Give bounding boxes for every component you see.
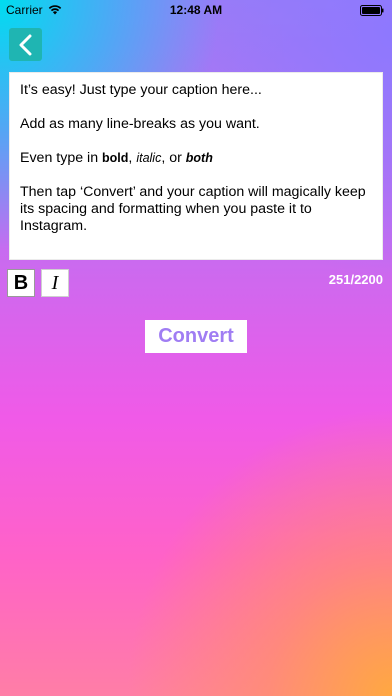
italic-button[interactable]: I bbox=[41, 269, 69, 297]
character-count: 251/2200 bbox=[328, 272, 383, 287]
caption-line: Add as many line-breaks as you want. bbox=[20, 116, 260, 132]
caption-textarea[interactable]: It’s easy! Just type your caption here..… bbox=[9, 72, 383, 260]
caption-bold-sample: bold bbox=[102, 151, 129, 165]
caption-text: Even type in bbox=[20, 150, 103, 166]
caption-bold-italic-sample: both bbox=[185, 151, 213, 165]
convert-button[interactable]: Convert bbox=[145, 320, 247, 353]
status-time: 12:48 AM bbox=[169, 3, 223, 17]
caption-line: It’s easy! Just type your caption here..… bbox=[20, 82, 262, 98]
chevron-left-icon bbox=[19, 34, 31, 55]
caption-line: Even type in bold, italic, or both bbox=[20, 150, 372, 167]
back-button[interactable] bbox=[9, 28, 42, 61]
caption-line: Then tap ‘Convert’ and your caption will… bbox=[20, 184, 366, 234]
caption-italic-sample: italic bbox=[136, 151, 162, 165]
bold-button[interactable]: B bbox=[7, 269, 35, 297]
battery-icon bbox=[360, 5, 384, 16]
caption-text: , or bbox=[161, 150, 186, 166]
status-bar: Carrier 12:48 AM bbox=[0, 0, 392, 20]
